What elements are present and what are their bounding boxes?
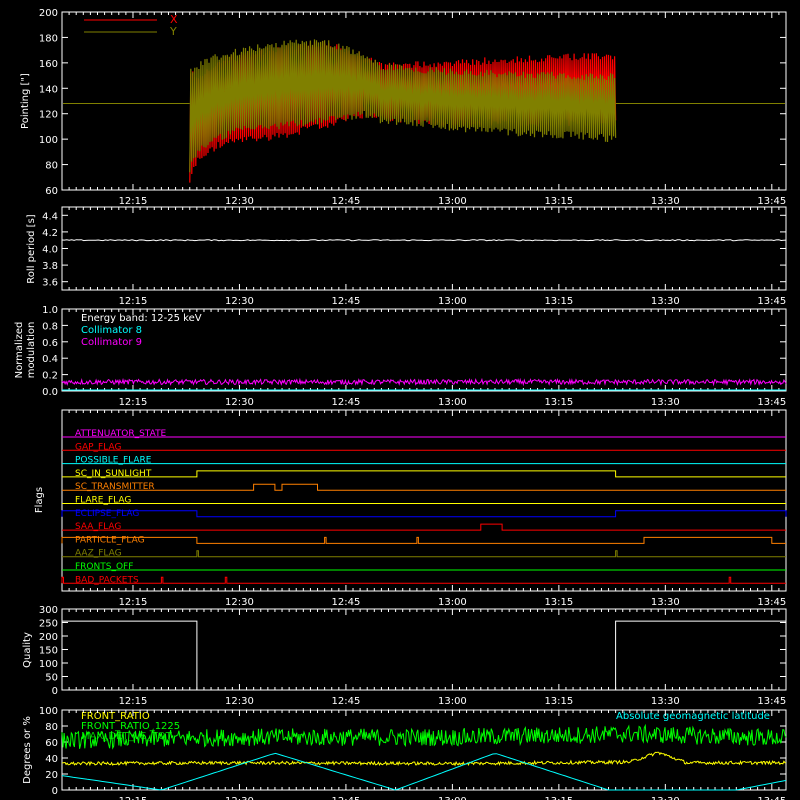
x-tick-label: 13:15 (544, 796, 573, 800)
y-tick-label: 4.2 (42, 228, 58, 239)
y-tick-label: 0 (52, 686, 58, 697)
y-tick-label: 80 (45, 722, 58, 733)
x-tick-label: 13:15 (544, 196, 573, 207)
energy-band-annotation: Energy band: 12-25 keV (81, 313, 202, 324)
x-tick-label: 12:15 (119, 296, 148, 307)
x-tick-label: 13:30 (651, 397, 680, 408)
y-tick-label: 0.0 (42, 387, 58, 398)
y-tick-label: 4.4 (42, 211, 58, 222)
x-tick-label: 13:45 (757, 696, 786, 707)
pointing-ylabel: Pointing ["] (20, 73, 31, 129)
x-tick-label: 13:00 (438, 696, 467, 707)
modulation-ylabel-2: modulation (26, 322, 37, 379)
y-tick-label: 200 (39, 8, 58, 19)
flags-ylabel: Flags (34, 487, 45, 513)
x-tick-label: 13:45 (757, 796, 786, 800)
y-tick-label: 160 (39, 59, 58, 70)
y-tick-label: 180 (39, 33, 58, 44)
y-tick-label: 20 (45, 770, 58, 781)
y-tick-label: 0.6 (42, 338, 58, 349)
y-tick-label: 3.8 (42, 261, 58, 272)
quality-ylabel: Quality (22, 632, 33, 668)
x-tick-label: 12:15 (119, 597, 148, 608)
modulation-ylabel-1: Normalized (14, 322, 25, 379)
y-tick-label: 100 (39, 659, 58, 670)
x-tick-label: 13:00 (438, 196, 467, 207)
x-tick-label: 13:15 (544, 696, 573, 707)
x-tick-label: 12:30 (225, 696, 254, 707)
x-tick-label: 13:15 (544, 296, 573, 307)
y-tick-label: 0 (52, 786, 58, 797)
y-tick-label: 100 (39, 135, 58, 146)
x-tick-label: 12:15 (119, 196, 148, 207)
y-tick-label: 4.0 (42, 245, 58, 256)
y-tick-label: 40 (45, 754, 58, 765)
rhessi-quicklook-figure: Pointing ["] X Y 12:15 12:30 12:45 13:00 13:… (0, 0, 800, 800)
x-tick-label: 13:30 (651, 597, 680, 608)
y-tick-label: 80 (45, 161, 58, 172)
y-tick-label: 200 (39, 632, 58, 643)
y-tick-label: 50 (45, 673, 58, 684)
y-tick-label: 3.6 (42, 278, 58, 289)
x-tick-label: 13:15 (544, 397, 573, 408)
y-tick-label: 1.0 (42, 305, 58, 316)
x-tick-label: 12:45 (332, 796, 361, 800)
x-tick-label: 13:15 (544, 597, 573, 608)
x-tick-label: 13:45 (757, 397, 786, 408)
x-tick-label: 12:45 (332, 397, 361, 408)
y-tick-label: 120 (39, 110, 58, 121)
x-tick-label: 12:45 (332, 696, 361, 707)
x-tick-label: 13:30 (651, 196, 680, 207)
x-tick-label: 13:00 (438, 296, 467, 307)
y-tick-label: 0.4 (42, 354, 58, 365)
x-tick-label: 12:30 (225, 296, 254, 307)
roll-ylabel: Roll period [s] (26, 214, 37, 283)
x-tick-label: 13:30 (651, 296, 680, 307)
y-tick-label: 250 (39, 619, 58, 630)
x-tick-label: 13:00 (438, 597, 467, 608)
legend-y-label: Y (169, 25, 177, 38)
x-tick-label: 12:45 (332, 296, 361, 307)
y-tick-label: 0.8 (42, 321, 58, 332)
x-tick-label: 12:30 (225, 196, 254, 207)
x-tick-label: 12:15 (119, 397, 148, 408)
x-tick-label: 12:15 (119, 796, 148, 800)
x-tick-label: 12:30 (225, 796, 254, 800)
x-tick-label: 12:30 (225, 397, 254, 408)
legend-collimator-8: Collimator 8 (81, 325, 142, 336)
x-tick-label: 12:30 (225, 597, 254, 608)
y-tick-label: 140 (39, 84, 58, 95)
x-tick-label: 12:45 (332, 597, 361, 608)
y-tick-label: 100 (39, 706, 58, 717)
x-tick-label: 13:45 (757, 296, 786, 307)
y-tick-label: 60 (45, 186, 58, 197)
x-tick-label: 13:30 (651, 796, 680, 800)
ratios-ylabel: Degrees or % (22, 716, 33, 784)
x-tick-label: 13:45 (757, 196, 786, 207)
legend-geomagnetic-latitude: Absolute geomagnetic latitude (616, 711, 770, 722)
y-tick-label: 0.2 (42, 371, 58, 382)
x-tick-label: 13:00 (438, 397, 467, 408)
x-tick-label: 12:15 (119, 696, 148, 707)
y-tick-label: 150 (39, 646, 58, 657)
x-tick-label: 13:45 (757, 597, 786, 608)
y-tick-label: 300 (39, 605, 58, 616)
legend-collimator-9: Collimator 9 (81, 337, 142, 348)
y-tick-label: 60 (45, 738, 58, 749)
x-tick-label: 12:45 (332, 196, 361, 207)
x-tick-label: 13:30 (651, 696, 680, 707)
x-tick-label: 13:00 (438, 796, 467, 800)
